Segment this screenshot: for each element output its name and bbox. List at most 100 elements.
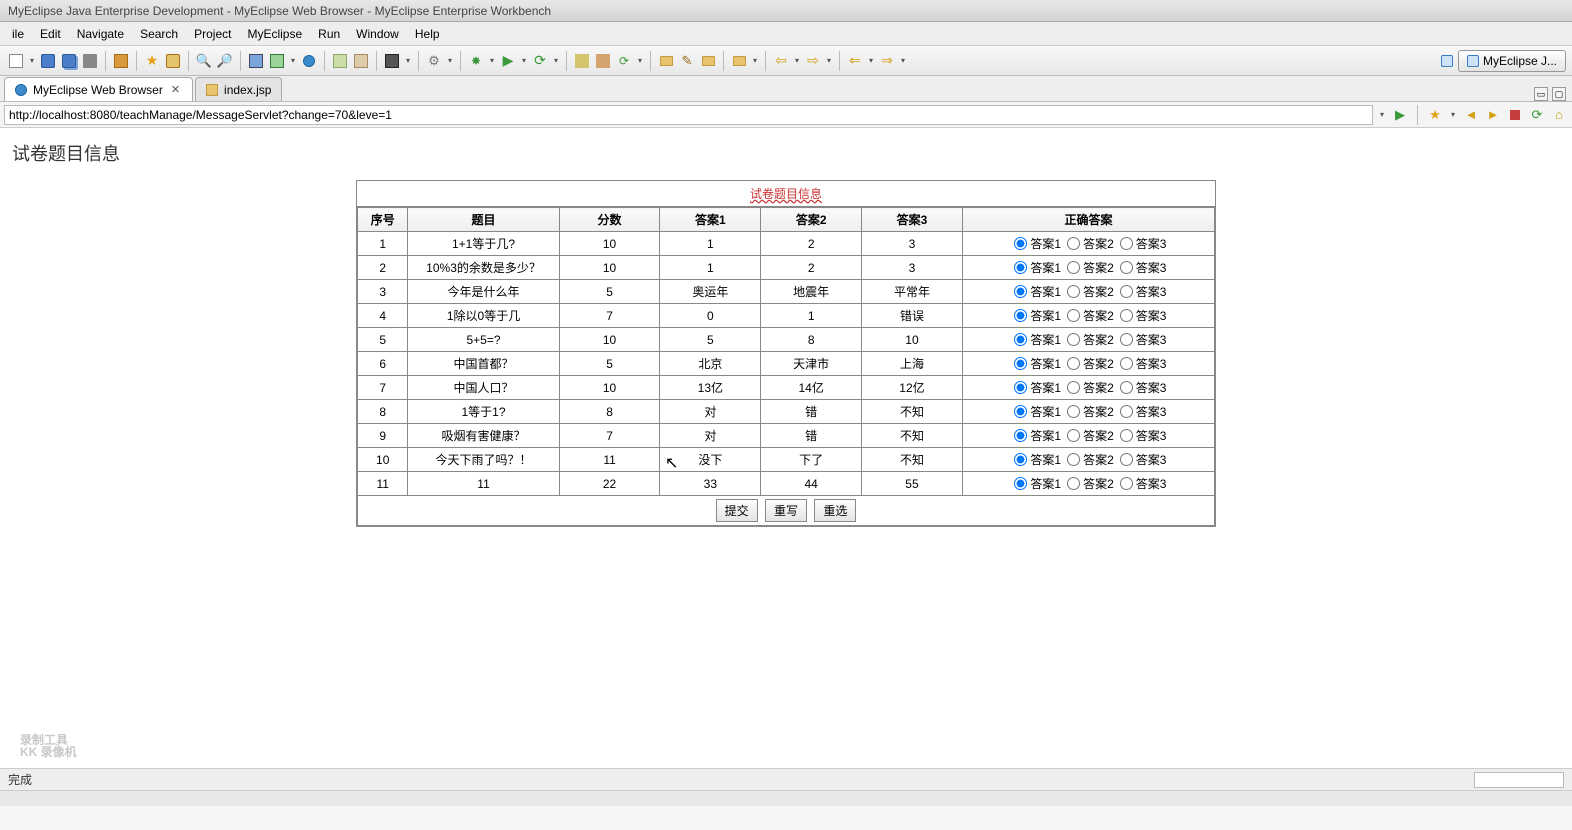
server-dropdown-icon[interactable]: ▾	[288, 56, 298, 65]
tool2-icon[interactable]	[593, 51, 613, 71]
dropdown-icon[interactable]: ▾	[403, 56, 413, 65]
answer-radio[interactable]	[1014, 261, 1027, 274]
answer-radio[interactable]	[1120, 429, 1133, 442]
dropdown-icon[interactable]: ▾	[750, 56, 760, 65]
zoom-icon[interactable]: 🔎	[215, 51, 235, 71]
back-history-icon[interactable]: ⇐	[845, 51, 865, 71]
print-icon[interactable]	[80, 51, 100, 71]
answer-radio[interactable]	[1014, 381, 1027, 394]
favorite-icon[interactable]: ★	[1426, 106, 1444, 124]
answer-radio[interactable]	[1067, 333, 1080, 346]
dropdown-icon[interactable]: ▾	[519, 56, 529, 65]
answer-radio[interactable]	[1067, 429, 1080, 442]
answer-radio[interactable]	[1120, 285, 1133, 298]
answer-radio[interactable]	[1014, 333, 1027, 346]
next-annotation-icon[interactable]: ⇨	[803, 51, 823, 71]
gear-icon[interactable]: ⚙	[424, 51, 444, 71]
menu-item-search[interactable]: Search	[132, 24, 186, 44]
reselect-button[interactable]: 重选	[814, 499, 856, 522]
answer-radio[interactable]	[1067, 381, 1080, 394]
dropdown-icon[interactable]: ▾	[866, 56, 876, 65]
new-icon[interactable]	[6, 51, 26, 71]
answer-radio[interactable]	[1014, 453, 1027, 466]
answer-radio[interactable]	[1067, 357, 1080, 370]
go-icon[interactable]: ▶	[1391, 106, 1409, 124]
dropdown-icon[interactable]: ▾	[898, 56, 908, 65]
debug-icon[interactable]: ✸	[466, 51, 486, 71]
globe-icon[interactable]	[299, 51, 319, 71]
forward-icon[interactable]: ►	[1484, 106, 1502, 124]
save-icon[interactable]	[38, 51, 58, 71]
menu-item-run[interactable]: Run	[310, 24, 348, 44]
answer-radio[interactable]	[1120, 237, 1133, 250]
answer-radio[interactable]	[1120, 453, 1133, 466]
back-icon[interactable]: ◄	[1462, 106, 1480, 124]
submit-button[interactable]: 提交	[716, 499, 758, 522]
close-tab-icon[interactable]: ✕	[169, 83, 182, 96]
menu-item-window[interactable]: Window	[348, 24, 407, 44]
folder-icon[interactable]	[656, 51, 676, 71]
answer-radio[interactable]	[1014, 309, 1027, 322]
editor-tab[interactable]: MyEclipse Web Browser✕	[4, 77, 193, 101]
new-dropdown-icon[interactable]: ▾	[27, 56, 37, 65]
menu-item-help[interactable]: Help	[407, 24, 448, 44]
minimize-editor-icon[interactable]: ▭	[1534, 87, 1548, 101]
answer-radio[interactable]	[1067, 285, 1080, 298]
answer-radio[interactable]	[1014, 405, 1027, 418]
menu-item-edit[interactable]: Edit	[32, 24, 69, 44]
menu-item-ile[interactable]: ile	[4, 24, 32, 44]
dropdown-icon[interactable]: ▾	[445, 56, 455, 65]
dropdown-icon[interactable]: ▾	[635, 56, 645, 65]
rewrite-button[interactable]: 重写	[765, 499, 807, 522]
answer-radio[interactable]	[1067, 309, 1080, 322]
nav-folder-icon[interactable]	[729, 51, 749, 71]
screenshot-icon[interactable]	[382, 51, 402, 71]
answer-radio[interactable]	[1014, 285, 1027, 298]
db-icon[interactable]	[163, 51, 183, 71]
open-perspective-icon[interactable]	[1437, 51, 1457, 71]
menu-item-navigate[interactable]: Navigate	[69, 24, 132, 44]
reload-icon[interactable]: ⟳	[1528, 106, 1546, 124]
refresh-icon[interactable]: ⟳	[614, 51, 634, 71]
url-dropdown-icon[interactable]: ▾	[1377, 110, 1387, 119]
answer-radio[interactable]	[1120, 357, 1133, 370]
package-icon[interactable]	[111, 51, 131, 71]
folder2-icon[interactable]	[698, 51, 718, 71]
answer-radio[interactable]	[1014, 237, 1027, 250]
server-icon[interactable]	[267, 51, 287, 71]
dropdown-icon[interactable]: ▾	[551, 56, 561, 65]
answer-radio[interactable]	[1120, 477, 1133, 490]
maximize-editor-icon[interactable]: ▢	[1552, 87, 1566, 101]
dropdown-icon[interactable]: ▾	[1448, 110, 1458, 119]
dropdown-icon[interactable]: ▾	[792, 56, 802, 65]
answer-radio[interactable]	[1120, 405, 1133, 418]
answer-radio[interactable]	[1067, 261, 1080, 274]
answer-radio[interactable]	[1067, 477, 1080, 490]
answer-radio[interactable]	[1120, 381, 1133, 394]
deploy-icon[interactable]	[246, 51, 266, 71]
answer-radio[interactable]	[1067, 237, 1080, 250]
answer-radio[interactable]	[1067, 405, 1080, 418]
menu-item-project[interactable]: Project	[186, 24, 239, 44]
stop-icon[interactable]	[1506, 106, 1524, 124]
dropdown-icon[interactable]: ▾	[487, 56, 497, 65]
star-icon[interactable]: ★	[142, 51, 162, 71]
tool1-icon[interactable]	[572, 51, 592, 71]
answer-radio[interactable]	[1014, 477, 1027, 490]
url-input[interactable]	[4, 105, 1373, 125]
prev-annotation-icon[interactable]: ⇦	[771, 51, 791, 71]
run-icon[interactable]: ▶	[498, 51, 518, 71]
menu-item-myeclipse[interactable]: MyEclipse	[239, 24, 310, 44]
dropdown-icon[interactable]: ▾	[824, 56, 834, 65]
forward-history-icon[interactable]: ⇒	[877, 51, 897, 71]
pencil-icon[interactable]: ✎	[677, 51, 697, 71]
export-icon[interactable]	[351, 51, 371, 71]
answer-radio[interactable]	[1014, 429, 1027, 442]
home-icon[interactable]: ⌂	[1550, 106, 1568, 124]
answer-radio[interactable]	[1120, 333, 1133, 346]
answer-radio[interactable]	[1014, 357, 1027, 370]
answer-radio[interactable]	[1120, 309, 1133, 322]
answer-radio[interactable]	[1120, 261, 1133, 274]
perspective-button[interactable]: MyEclipse J...	[1458, 50, 1566, 72]
answer-radio[interactable]	[1067, 453, 1080, 466]
